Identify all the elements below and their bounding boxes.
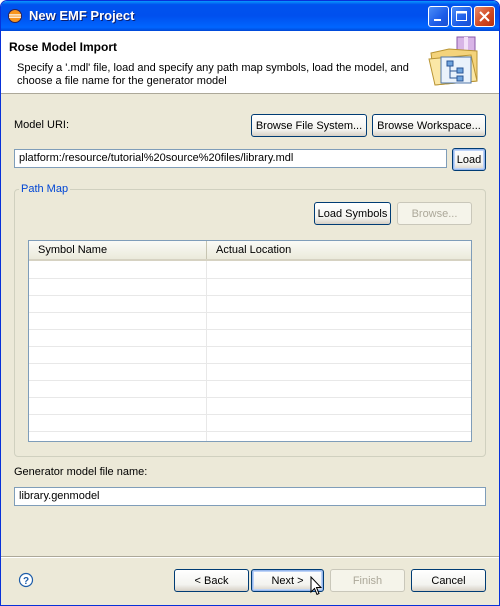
load-symbols-button[interactable]: Load Symbols xyxy=(314,202,391,225)
table-row[interactable] xyxy=(29,312,471,313)
table-row[interactable] xyxy=(29,346,471,347)
page-title: Rose Model Import xyxy=(9,40,118,54)
wizard-banner-icon xyxy=(428,36,478,86)
new-emf-project-dialog: New EMF Project Rose Model Import Specif… xyxy=(0,0,500,606)
finish-button[interactable]: Finish xyxy=(330,569,405,592)
page-description: Specify a '.mdl' file, load and specify … xyxy=(17,62,409,87)
svg-text:?: ? xyxy=(23,576,29,587)
path-map-table[interactable]: Symbol Name Actual Location xyxy=(28,240,472,442)
table-row[interactable] xyxy=(29,278,471,279)
generator-model-label: Generator model file name: xyxy=(14,466,148,478)
column-actual-location[interactable]: Actual Location xyxy=(207,241,471,259)
close-button[interactable] xyxy=(474,6,495,27)
table-header: Symbol Name Actual Location xyxy=(29,241,471,261)
model-uri-label: Model URI: xyxy=(14,119,70,131)
load-button[interactable]: Load xyxy=(452,148,486,171)
back-button[interactable]: < Back xyxy=(174,569,249,592)
browse-workspace-button[interactable]: Browse Workspace... xyxy=(372,114,486,137)
table-row[interactable] xyxy=(29,431,471,432)
close-icon xyxy=(479,11,490,22)
browse-path-button[interactable]: Browse... xyxy=(397,202,472,225)
table-row[interactable] xyxy=(29,380,471,381)
cancel-button[interactable]: Cancel xyxy=(411,569,486,592)
wizard-header: Rose Model Import Specify a '.mdl' file,… xyxy=(1,31,499,94)
help-icon[interactable]: ? xyxy=(18,572,34,588)
browse-file-system-button[interactable]: Browse File System... xyxy=(251,114,367,137)
table-row[interactable] xyxy=(29,397,471,398)
window-title: New EMF Project xyxy=(29,8,135,23)
mouse-cursor-icon xyxy=(310,576,322,596)
path-map-title: Path Map xyxy=(19,183,71,195)
eclipse-app-icon xyxy=(8,9,22,23)
title-bar[interactable]: New EMF Project xyxy=(1,1,499,31)
minimize-button[interactable] xyxy=(428,6,449,27)
generator-model-field[interactable]: library.genmodel xyxy=(14,487,486,506)
table-row[interactable] xyxy=(29,414,471,415)
model-uri-field[interactable]: platform:/resource/tutorial%20source%20f… xyxy=(14,149,447,168)
table-row[interactable] xyxy=(29,363,471,364)
table-row[interactable] xyxy=(29,295,471,296)
footer-separator xyxy=(1,556,499,558)
column-symbol-name[interactable]: Symbol Name xyxy=(29,241,207,259)
maximize-button[interactable] xyxy=(451,6,472,27)
maximize-icon xyxy=(456,11,467,21)
table-row[interactable] xyxy=(29,329,471,330)
minimize-icon xyxy=(434,19,441,21)
